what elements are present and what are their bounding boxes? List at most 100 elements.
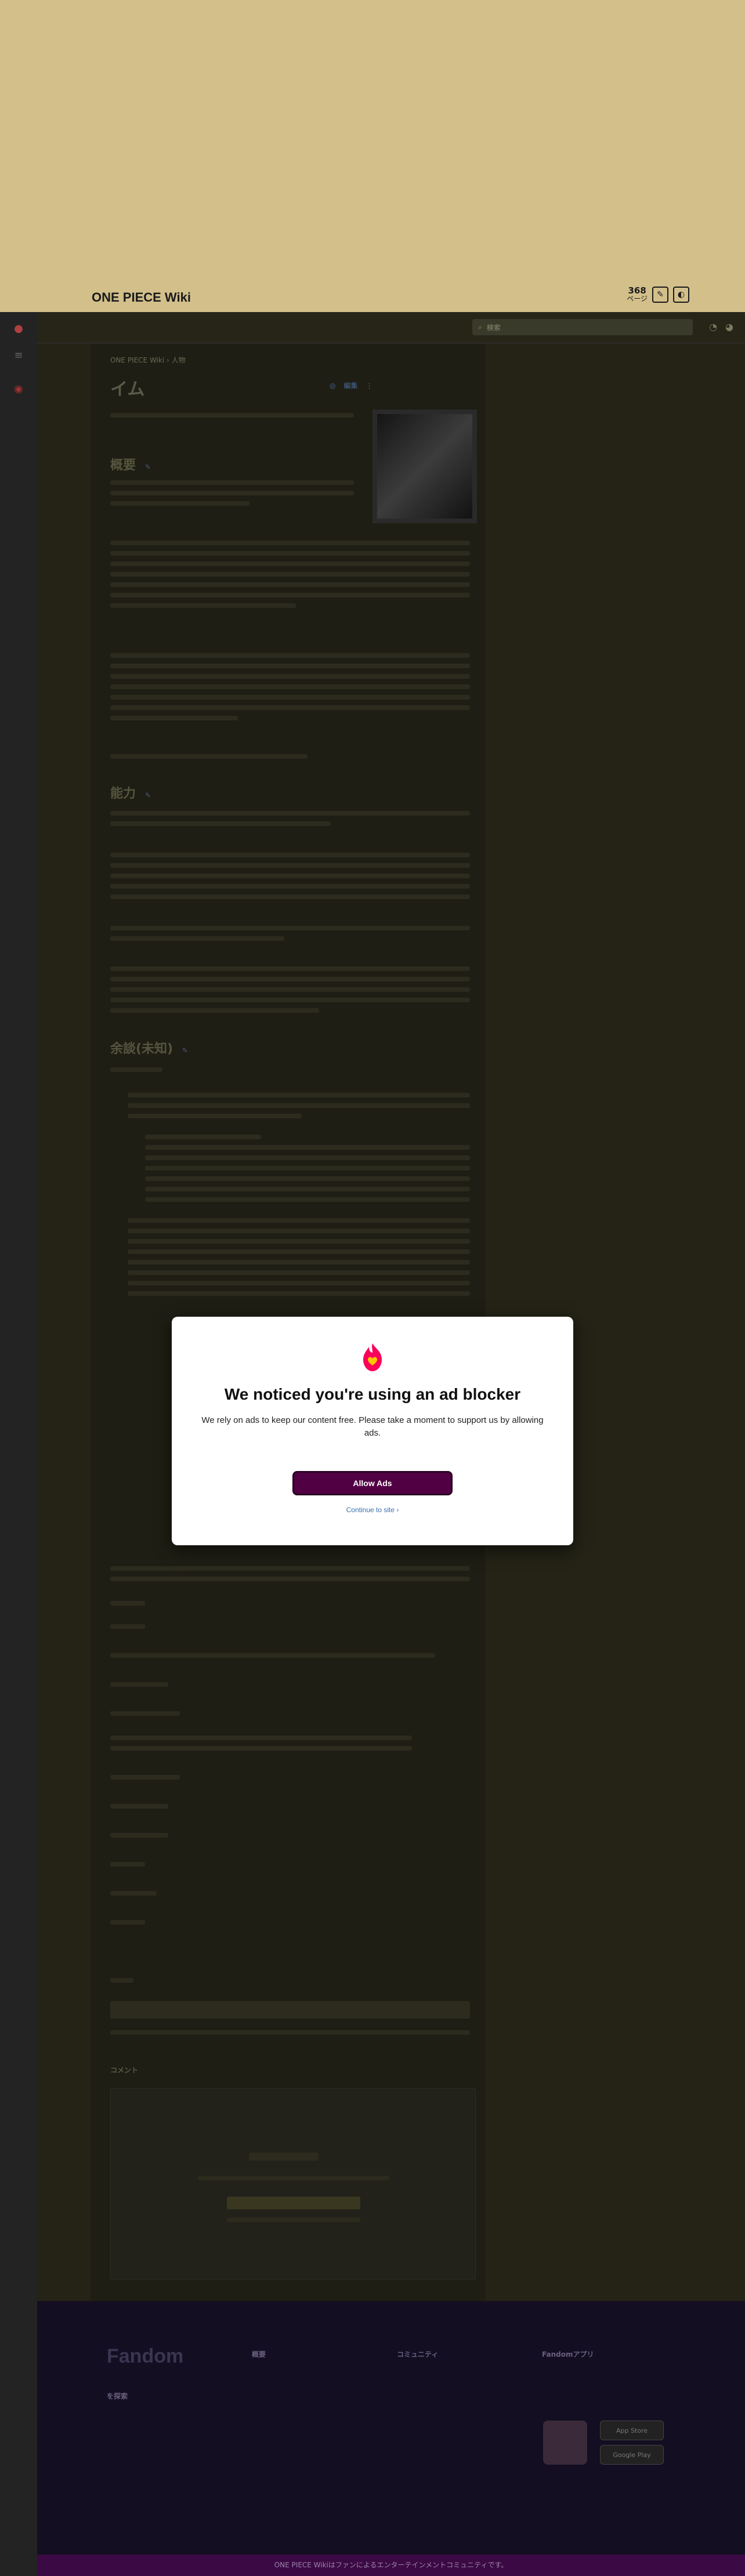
text-line (110, 821, 331, 826)
modal-title: We noticed you're using an ad blocker (224, 1385, 521, 1403)
footer-bottom-bar: ONE PIECE Wikiはファンによるエンターテインメントコミュニティです。 (37, 2555, 745, 2576)
character-image[interactable] (377, 414, 472, 519)
more-options-icon[interactable]: ⋮ (366, 382, 373, 390)
comment-button[interactable] (227, 2197, 360, 2209)
text-line (110, 1624, 145, 1629)
text-line (110, 541, 470, 545)
text-line (110, 1566, 470, 1571)
text-line (110, 863, 470, 868)
text-line (110, 551, 470, 556)
page-count: 368 ページ (627, 287, 648, 303)
hero-tools: 368 ページ ✎ ◐ (627, 287, 689, 303)
notifications-icon[interactable]: ◔ (709, 321, 717, 332)
infobox (372, 410, 477, 523)
text-line (110, 998, 470, 1002)
text-line (110, 754, 308, 759)
section-heading: 余談(未知) ✎ (110, 1038, 188, 1057)
text-line (145, 1145, 470, 1150)
text-line (110, 936, 284, 941)
text-line (110, 491, 354, 495)
text-line (110, 1775, 180, 1780)
text-line (128, 1093, 470, 1097)
text-line (110, 977, 470, 981)
text-line (110, 1736, 412, 1740)
modal-message: We rely on ads to keep our content free.… (201, 1415, 544, 1438)
text-line (198, 2176, 389, 2180)
section-edit-icon[interactable]: ✎ (145, 791, 151, 799)
text-line (110, 966, 470, 971)
comments-box (110, 2088, 476, 2280)
text-line (110, 894, 470, 899)
footer-column-heading: 概要 (252, 2350, 266, 2358)
section-edit-icon[interactable]: ✎ (182, 1046, 188, 1055)
text-line (110, 561, 470, 566)
text-line (110, 1601, 145, 1606)
theme-toggle-icon[interactable]: ◐ (673, 287, 689, 303)
section-heading: 概要 ✎ (110, 455, 151, 473)
search-placeholder: 検索 (486, 323, 501, 332)
discussions-icon[interactable]: ✎ (652, 287, 668, 303)
breadcrumb[interactable]: ONE PIECE Wiki › 人物 (110, 355, 186, 365)
nav-actions: ◔ ◕ (709, 321, 733, 332)
google-play-badge[interactable]: Google Play (600, 2445, 664, 2465)
text-line (110, 1682, 168, 1687)
text-line (110, 705, 470, 710)
text-line (110, 811, 470, 816)
text-line (128, 1291, 470, 1296)
text-line (128, 1249, 470, 1254)
continue-to-site-link[interactable]: Continue to site › (172, 1506, 573, 1514)
user-icon[interactable]: ◕ (725, 321, 733, 332)
footer-column: を探索 (107, 2388, 128, 2407)
text-line (110, 501, 249, 506)
footer-column: コミュニティ (397, 2346, 438, 2365)
text-line (227, 2218, 360, 2222)
text-line (110, 653, 470, 658)
fandom-heart-icon (363, 1343, 382, 1371)
footer-column: Fandomアプリ (542, 2346, 594, 2365)
text-line (110, 684, 470, 689)
text-line (110, 695, 470, 700)
search-icon: ⌕ (478, 323, 482, 331)
edit-button[interactable]: 編集 (343, 381, 357, 390)
text-line (110, 1804, 168, 1809)
text-line (128, 1114, 302, 1118)
text-line (110, 1577, 470, 1581)
text-line (128, 1218, 470, 1223)
title-tools: ◎ 編集 ⋮ (330, 381, 373, 390)
text-line (110, 874, 470, 878)
section-title: 概要 (110, 458, 136, 473)
text-line (110, 1833, 168, 1838)
footer-column: 概要 (252, 2346, 266, 2365)
search-input[interactable]: ⌕ 検索 (472, 319, 693, 335)
text-line (110, 884, 470, 889)
fandom-logo[interactable]: Fandom (107, 2345, 183, 2368)
text-line (110, 1862, 145, 1867)
comments-heading: コメント (110, 2066, 139, 2074)
text-line (110, 2030, 470, 2035)
adblock-modal: We noticed you're using an ad blocker We… (172, 1317, 573, 1545)
text-line (110, 1711, 180, 1716)
text-line (145, 1176, 470, 1181)
wiki-title[interactable]: ONE PIECE Wiki (92, 290, 191, 305)
categories-bar[interactable] (110, 2001, 470, 2019)
fandom-flame-icon[interactable]: ● (12, 323, 26, 336)
text-line (249, 2153, 319, 2161)
text-line (110, 480, 354, 485)
section-title: 能力 (110, 787, 136, 801)
text-line (110, 1008, 319, 1013)
text-line (128, 1281, 470, 1285)
text-line (110, 1978, 133, 1983)
language-icon[interactable]: ◎ (330, 382, 335, 390)
text-line (110, 1653, 435, 1658)
section-heading: 能力 ✎ (110, 783, 151, 802)
fan-feed-icon[interactable]: ◉ (12, 383, 26, 397)
app-store-badge[interactable]: App Store (600, 2421, 664, 2440)
page-title: イム (110, 379, 145, 400)
menu-icon[interactable]: ≡ (12, 349, 26, 363)
section-edit-icon[interactable]: ✎ (145, 463, 151, 471)
text-line (145, 1155, 470, 1160)
fandom-app-icon[interactable] (543, 2421, 587, 2465)
text-line (110, 674, 470, 679)
allow-ads-button[interactable]: Allow Ads (292, 1471, 453, 1495)
global-nav-rail: ● ≡ ◉ (0, 312, 37, 2576)
